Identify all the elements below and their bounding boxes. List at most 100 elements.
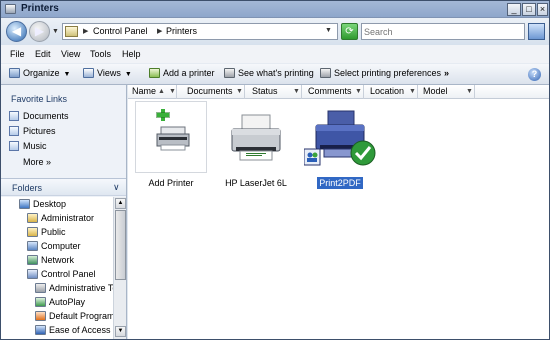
favorite-documents-label: Documents <box>23 111 69 121</box>
tree-node[interactable]: Desktop <box>19 199 66 211</box>
help-icon[interactable]: ? <box>528 68 541 81</box>
chevron-down-icon: ▼ <box>63 71 71 78</box>
column-status-label: Status <box>252 86 278 96</box>
folder-tree-scrollbar[interactable]: ▲ ▼ <box>113 197 126 339</box>
views-button[interactable]: Views ▼ <box>83 68 132 82</box>
tree-node[interactable]: Ease of Access C <box>35 325 113 337</box>
column-name[interactable]: Name ▲ ▼ <box>128 85 177 99</box>
menu-file[interactable]: File <box>10 49 25 59</box>
tree-node-label: Ease of Access C <box>49 325 113 335</box>
recent-pages-dropdown[interactable]: ▼ <box>52 28 59 35</box>
column-status[interactable]: Status ▼ <box>248 85 302 99</box>
search-icon[interactable] <box>528 23 545 40</box>
favorite-pictures[interactable]: Pictures <box>9 126 56 138</box>
more-links[interactable]: More » <box>23 157 51 167</box>
favorite-music[interactable]: Music <box>9 141 47 153</box>
breadcrumb-separator-icon[interactable]: ▶ <box>157 27 162 35</box>
column-model-label: Model <box>423 86 448 96</box>
breadcrumb-printers[interactable]: Printers <box>166 26 197 36</box>
add-printer-button[interactable]: Add a printer <box>149 68 215 82</box>
address-bar[interactable]: ▶ Control Panel ▶ Printers ▼ <box>62 23 338 40</box>
menu-bar: File Edit View Tools Help <box>1 45 549 63</box>
file-list: Name ▲ ▼ Documents ▼ Status ▼ Comments ▼… <box>128 85 549 339</box>
column-filter-icon[interactable]: ▼ <box>409 85 416 98</box>
chevron-down-icon[interactable]: ∨ <box>113 182 120 193</box>
tree-node[interactable]: Control Panel <box>27 269 96 281</box>
favorite-documents[interactable]: Documents <box>9 111 69 123</box>
column-location-label: Location <box>370 86 405 96</box>
tree-node-label: Desktop <box>33 199 67 209</box>
see-whats-printing-button[interactable]: See what's printing <box>224 68 314 82</box>
column-comments[interactable]: Comments ▼ <box>304 85 364 99</box>
add-printer-small-icon <box>149 68 160 78</box>
address-dropdown-icon[interactable]: ▼ <box>325 27 332 34</box>
search-input[interactable] <box>362 24 512 39</box>
breadcrumb-control-panel[interactable]: Control Panel <box>93 26 148 36</box>
pictures-icon <box>9 126 19 136</box>
item-print2pdf[interactable]: Print2PDF <box>300 101 380 193</box>
column-filter-icon[interactable]: ▼ <box>466 85 473 98</box>
tree-node-label: Network <box>41 255 75 265</box>
column-filter-icon[interactable]: ▼ <box>355 85 362 98</box>
item-add-printer[interactable]: Add Printer <box>131 101 211 193</box>
see-printing-label: See what's printing <box>238 68 314 78</box>
column-filter-icon[interactable]: ▼ <box>293 85 300 98</box>
network-icon <box>27 255 38 265</box>
scroll-thumb[interactable] <box>115 210 126 280</box>
printer-icon <box>220 101 292 173</box>
back-button[interactable]: ◀ <box>6 21 27 42</box>
tree-node[interactable]: Administrator <box>27 213 94 225</box>
tree-node-label: Control Panel <box>41 269 96 279</box>
breadcrumb-separator-icon[interactable]: ▶ <box>83 27 88 35</box>
tree-node[interactable]: Computer <box>27 241 81 253</box>
add-printer-label: Add a printer <box>163 68 215 78</box>
item-hp-laserjet[interactable]: HP LaserJet 6L <box>216 101 296 193</box>
tree-node[interactable]: Network <box>27 255 74 267</box>
ease-of-access-icon <box>35 325 46 335</box>
refresh-button[interactable]: ⟳ <box>341 23 358 40</box>
menu-help[interactable]: Help <box>122 49 141 59</box>
favorite-music-label: Music <box>23 141 47 151</box>
printing-preferences-button[interactable]: Select printing preferences <box>320 68 441 82</box>
tree-node[interactable]: Public <box>27 227 66 239</box>
forward-button[interactable]: ▶ <box>29 21 50 42</box>
tree-node[interactable]: Default Programs <box>35 311 113 323</box>
printers-folder-icon <box>65 26 78 37</box>
close-button[interactable]: × <box>537 3 548 16</box>
command-bar: Organize ▼ Views ▼ Add a printer See what'… <box>1 63 549 85</box>
minimize-button[interactable]: _ <box>507 3 521 16</box>
printer-prefs-icon <box>320 68 331 78</box>
folders-header[interactable]: Folders ∨ <box>1 178 126 196</box>
column-model[interactable]: Model ▼ <box>419 85 475 99</box>
tree-node[interactable]: AutoPlay <box>35 297 85 309</box>
organize-button[interactable]: Organize ▼ <box>9 68 70 82</box>
select-prefs-label: Select printing preferences <box>334 68 442 78</box>
tree-node-label: Public <box>41 227 66 237</box>
search-box[interactable] <box>361 23 525 40</box>
tree-node[interactable]: Administrative To <box>35 283 113 295</box>
column-header-row: Name ▲ ▼ Documents ▼ Status ▼ Comments ▼… <box>128 85 549 99</box>
views-icon <box>83 68 94 78</box>
menu-edit[interactable]: Edit <box>35 49 51 59</box>
menu-tools[interactable]: Tools <box>90 49 111 59</box>
explorer-window: Printers _ □ × ◀ ▶ ▼ ▶ Control Panel ▶ P… <box>0 0 550 340</box>
folder-tree: Desktop Administrator Public Computer Networ… <box>1 197 113 339</box>
item-hp-laserjet-label: HP LaserJet 6L <box>225 178 287 188</box>
tree-node-label: Administrator <box>41 213 95 223</box>
address-row: ◀ ▶ ▼ ▶ Control Panel ▶ Printers ▼ ⟳ <box>1 18 549 45</box>
item-print2pdf-label: Print2PDF <box>316 176 364 190</box>
column-filter-icon[interactable]: ▼ <box>236 85 243 98</box>
column-documents[interactable]: Documents ▼ <box>183 85 245 99</box>
column-filter-icon[interactable]: ▼ <box>169 85 176 98</box>
column-location[interactable]: Location ▼ <box>366 85 418 99</box>
organize-label: Organize <box>23 68 60 78</box>
sort-ascending-icon: ▲ <box>158 88 165 95</box>
maximize-button[interactable]: □ <box>522 3 536 16</box>
scroll-down-icon[interactable]: ▼ <box>115 326 126 337</box>
more-commands-button[interactable]: » <box>444 68 449 82</box>
autoplay-icon <box>35 297 46 307</box>
scroll-up-icon[interactable]: ▲ <box>115 198 126 209</box>
menu-view[interactable]: View <box>61 49 80 59</box>
tree-node-label: Administrative To <box>49 283 113 293</box>
title-bar[interactable]: Printers _ □ × <box>1 1 549 18</box>
